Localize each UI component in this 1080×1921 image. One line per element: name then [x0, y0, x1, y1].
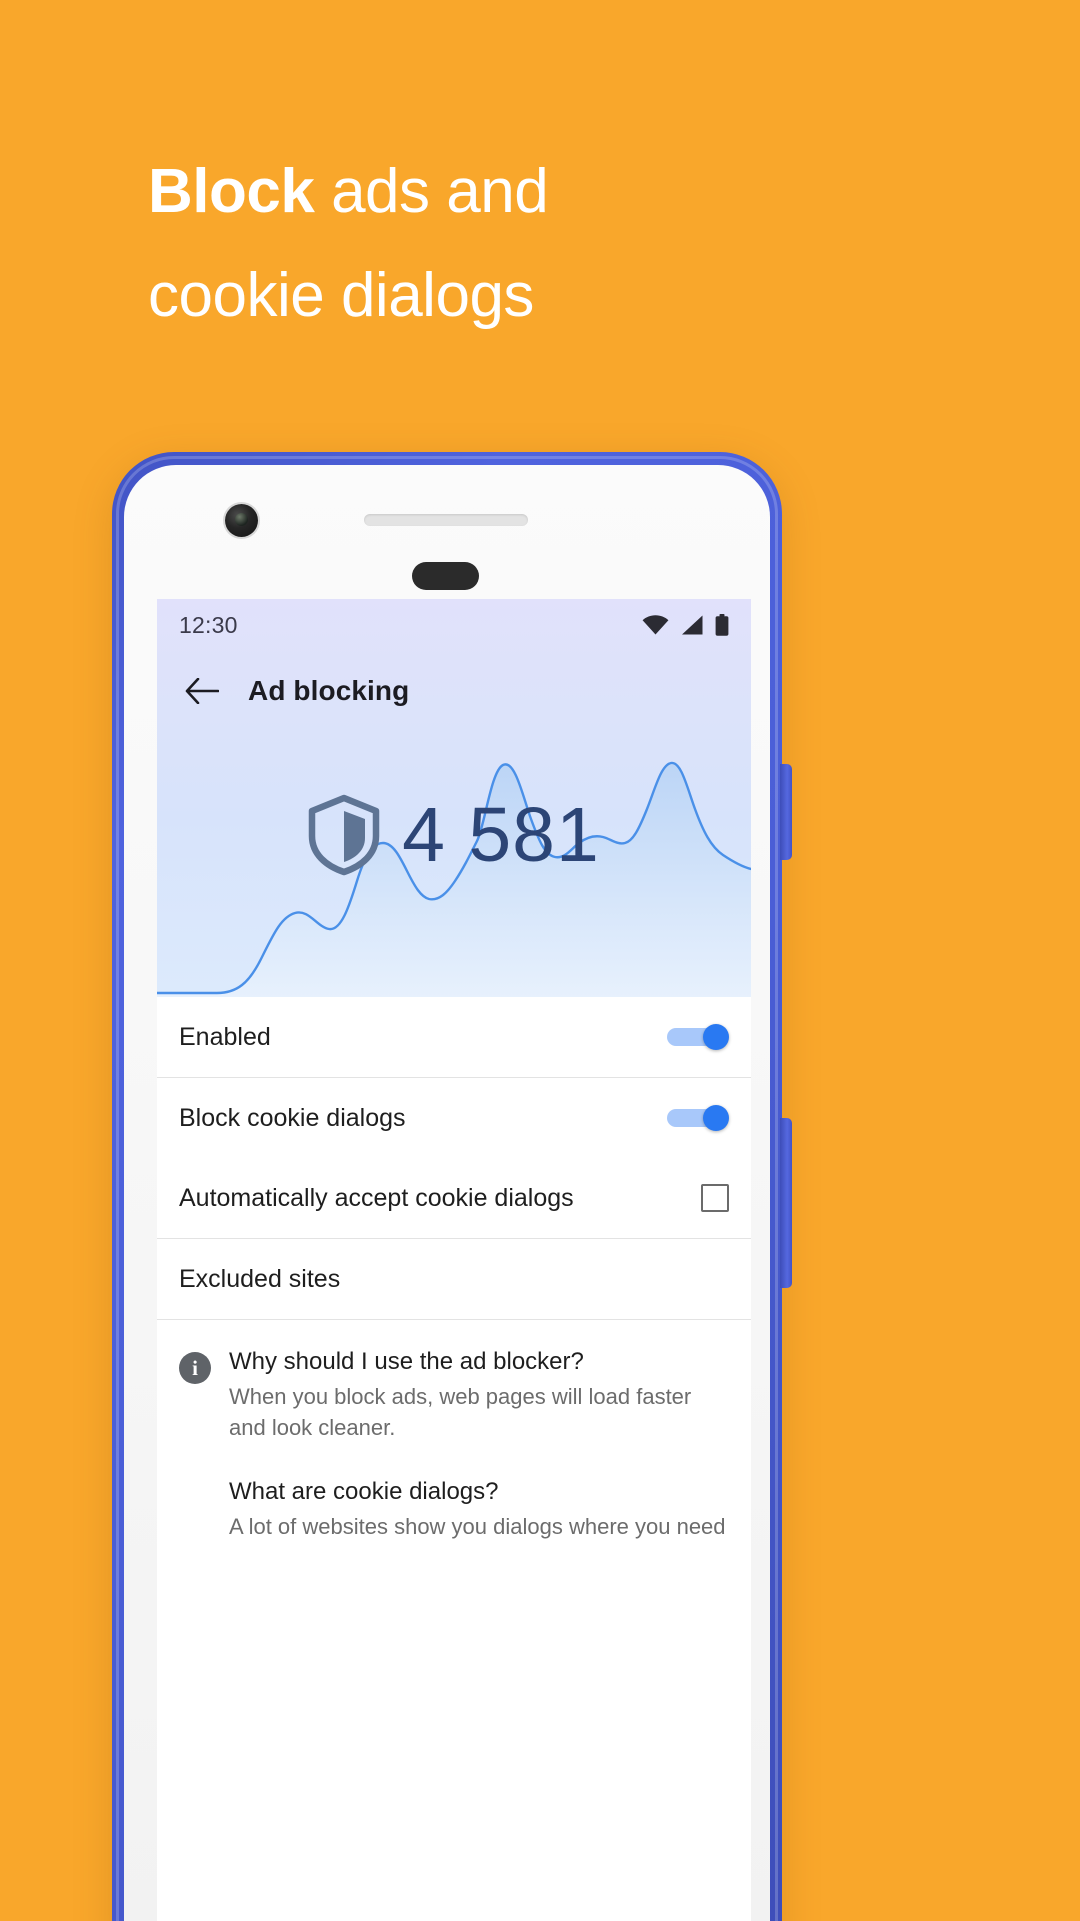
headline-strong-word: Block — [148, 157, 315, 226]
phone-screen: 12:30 Ad blocking 4 581 Enabled Block co… — [157, 599, 751, 1921]
checkbox-auto-accept-cookie-dialogs[interactable] — [701, 1184, 729, 1212]
faq-item: Why should I use the ad blocker? When yo… — [229, 1348, 729, 1443]
status-bar-time: 12:30 — [179, 611, 238, 638]
toggle-knob — [703, 1024, 729, 1050]
toggle-block-cookie-dialogs[interactable] — [667, 1105, 729, 1131]
power-button[interactable] — [780, 764, 792, 860]
app-bar: Ad blocking — [157, 651, 751, 731]
row-label-enabled: Enabled — [179, 1022, 271, 1051]
faq-answer: When you block ads, web pages will load … — [229, 1384, 692, 1440]
front-camera-icon — [225, 504, 258, 537]
headline-line-2: cookie dialogs — [148, 261, 534, 330]
app-bar-title: Ad blocking — [248, 675, 410, 706]
volume-button[interactable] — [780, 1118, 792, 1288]
faq-item: What are cookie dialogs? A lot of websit… — [229, 1478, 729, 1542]
info-icon: i — [179, 1352, 211, 1384]
faq-question: Why should I use the ad blocker? — [229, 1348, 584, 1375]
phone-mockup: 12:30 Ad blocking 4 581 Enabled Block co… — [112, 452, 792, 1921]
earpiece-speaker-icon — [364, 514, 528, 526]
row-label-block-cookie-dialogs: Block cookie dialogs — [179, 1103, 406, 1132]
row-enabled[interactable]: Enabled — [157, 997, 751, 1077]
fingerprint-sensor-icon — [412, 562, 479, 590]
blocked-ads-chart — [157, 731, 751, 997]
promo-headline: Block ads and cookie dialogs — [148, 140, 968, 348]
faq-question: What are cookie dialogs? — [229, 1478, 499, 1505]
row-block-cookie-dialogs[interactable]: Block cookie dialogs — [157, 1078, 751, 1158]
toggle-knob — [703, 1105, 729, 1131]
headline-rest: ads and — [314, 157, 549, 226]
status-bar: 12:30 — [157, 599, 751, 651]
status-bar-icons — [642, 614, 729, 636]
row-label-auto-accept-cookie-dialogs: Automatically accept cookie dialogs — [179, 1183, 574, 1212]
hero-header: 12:30 Ad blocking 4 581 — [157, 599, 751, 997]
toggle-enabled[interactable] — [667, 1024, 729, 1050]
wifi-icon — [642, 615, 669, 635]
row-label-excluded-sites: Excluded sites — [179, 1264, 341, 1293]
faq-answer: A lot of websites show you dialogs where… — [229, 1514, 726, 1539]
battery-icon — [715, 614, 729, 636]
row-excluded-sites[interactable]: Excluded sites — [157, 1239, 751, 1319]
faq-list: Why should I use the ad blocker? When yo… — [229, 1348, 729, 1542]
row-auto-accept-cookie-dialogs[interactable]: Automatically accept cookie dialogs — [157, 1158, 751, 1238]
settings-group-enabled: Enabled — [157, 997, 751, 1077]
phone-body: 12:30 Ad blocking 4 581 Enabled Block co… — [124, 465, 770, 1921]
arrow-back-icon[interactable] — [179, 668, 225, 714]
settings-group-excluded: Excluded sites — [157, 1239, 751, 1319]
signal-icon — [680, 615, 704, 635]
settings-group-cookies: Block cookie dialogs Automatically accep… — [157, 1078, 751, 1238]
headline-line-1: Block ads and — [148, 140, 968, 244]
faq-section: i Why should I use the ad blocker? When … — [157, 1320, 751, 1552]
